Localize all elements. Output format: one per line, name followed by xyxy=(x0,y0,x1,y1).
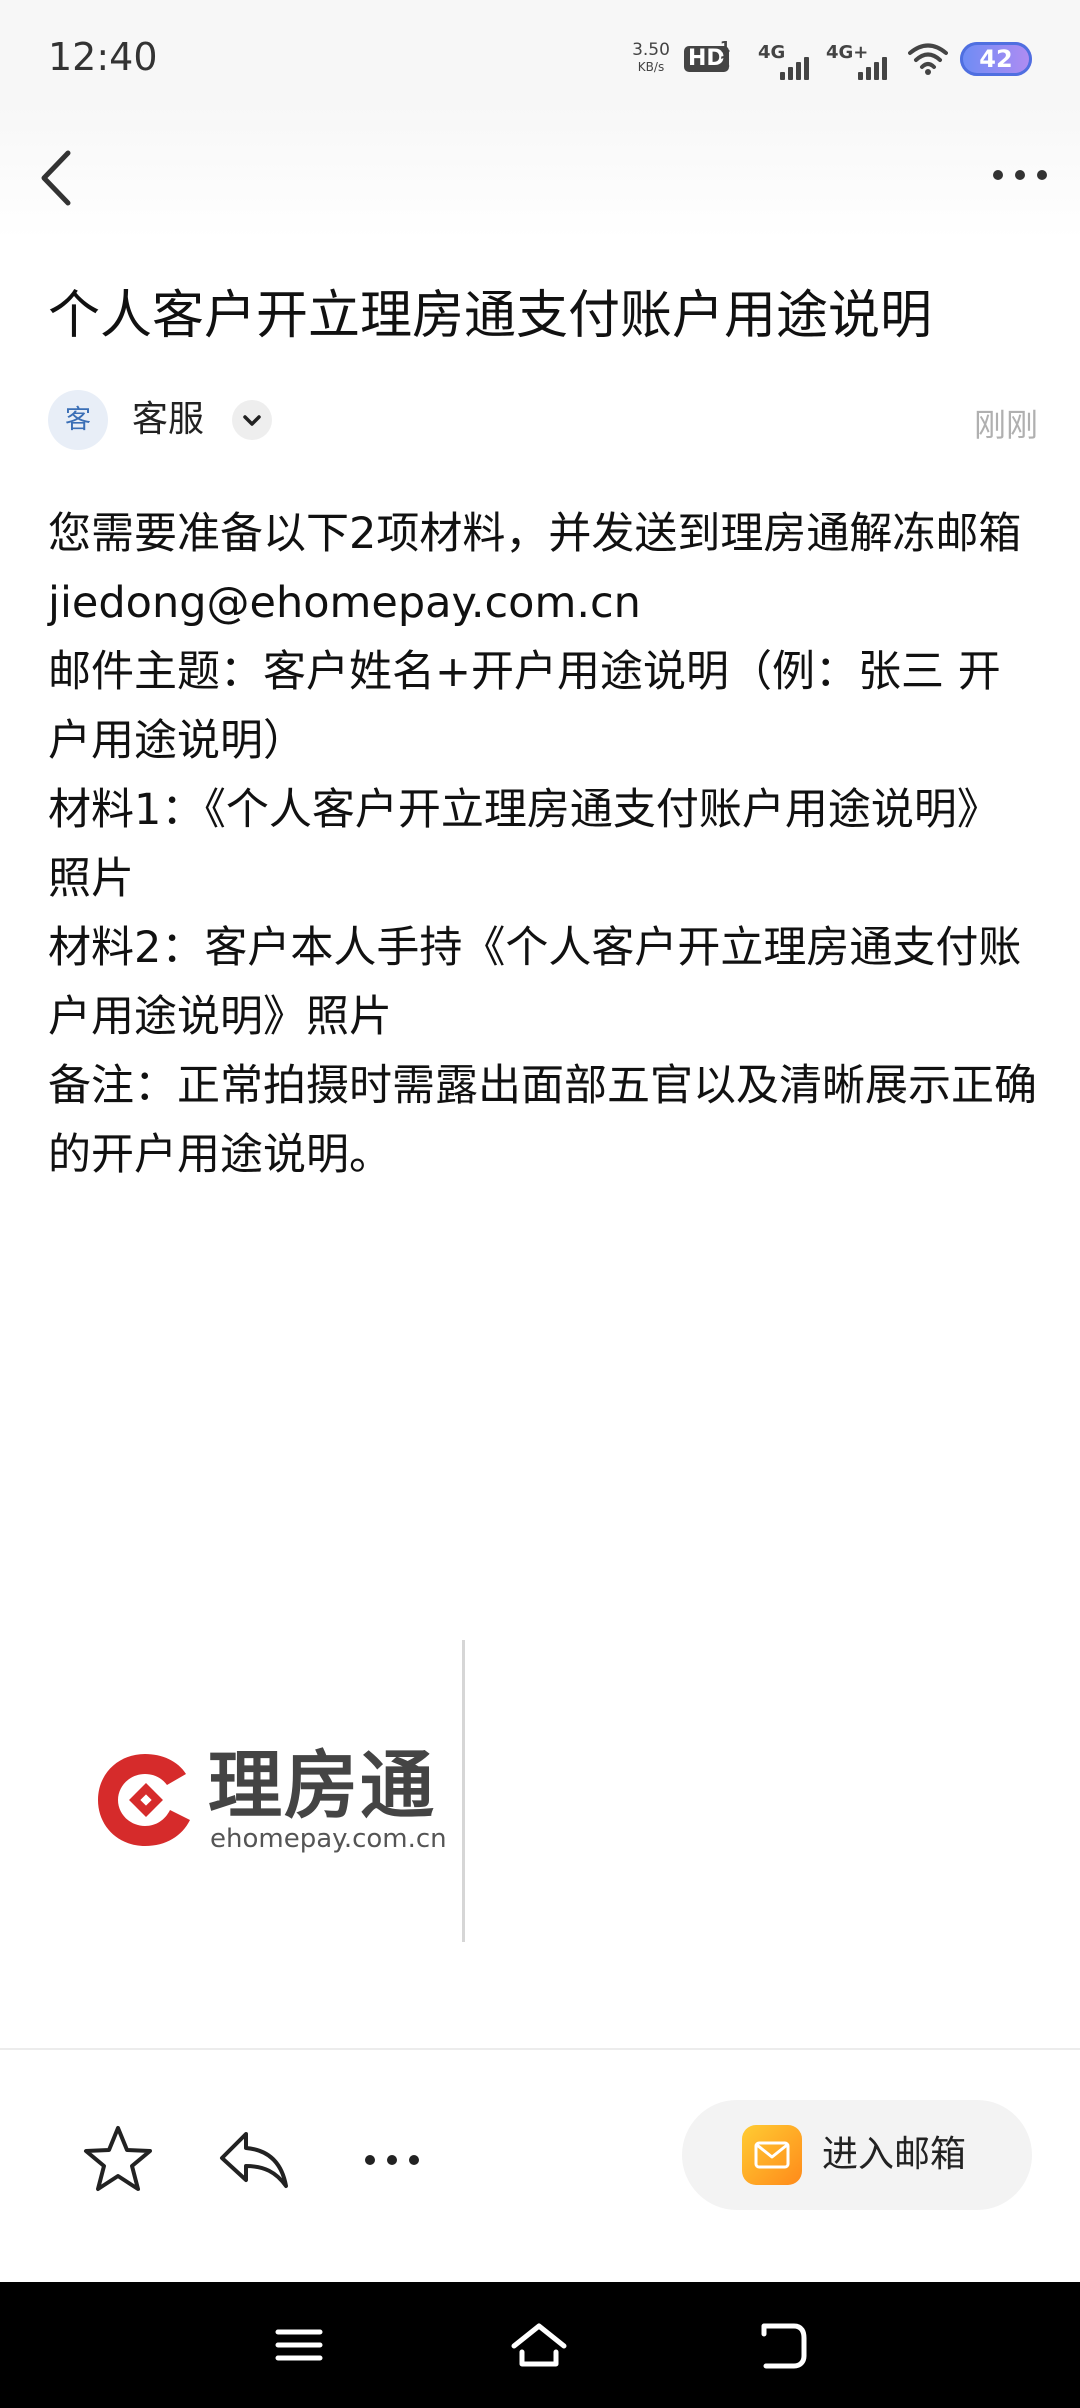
mail-subject: 个人客户开立理房通支付账户用途说明 xyxy=(48,286,933,346)
email-detail-screen: 12:40 3.50 KB/s HD 12 4G 4G+ 42 个人客户开立理房… xyxy=(0,0,1080,2408)
signal-icon xyxy=(780,56,814,80)
logo-mark-icon xyxy=(98,1754,190,1846)
mail-timestamp: 刚刚 xyxy=(973,406,1038,444)
mail-envelope-icon xyxy=(742,2125,802,2185)
body-paragraph: 邮件主题：客户姓名+开户用途说明（例：张三 开户用途说明） xyxy=(48,647,1001,766)
more-horizontal-icon[interactable] xyxy=(352,2120,432,2200)
menu-icon[interactable] xyxy=(266,2312,332,2378)
status-time: 12:40 xyxy=(48,35,158,79)
chevron-left-icon[interactable] xyxy=(30,145,86,211)
back-icon[interactable] xyxy=(748,2312,814,2378)
sender-details-toggle[interactable] xyxy=(232,400,272,440)
nav-bar xyxy=(0,105,1080,240)
signal-icon xyxy=(858,56,892,80)
battery-icon: 42 xyxy=(960,42,1032,76)
hd-sub-label: 12 xyxy=(720,38,731,71)
envelope-shape xyxy=(754,2141,790,2169)
logo-text: 理房通 xyxy=(208,1743,436,1829)
system-nav-bar xyxy=(0,2282,1080,2408)
body-paragraph: 材料2：客户本人手持《个人客户开立理房通支付账户用途说明》照片 xyxy=(48,923,1022,1042)
network-speed-value: 3.50 xyxy=(632,40,670,60)
company-logo: 理房通 ehomepay.com.cn xyxy=(90,1740,450,1860)
logo-domain: ehomepay.com.cn xyxy=(210,1824,447,1854)
reply-icon[interactable] xyxy=(214,2120,294,2200)
more-horizontal-icon[interactable] xyxy=(980,145,1060,205)
sender-name[interactable]: 客服 xyxy=(132,396,204,444)
wifi-icon xyxy=(908,43,948,75)
body-paragraph: 您需要准备以下2项材料，并发送到理房通解冻邮箱jiedong@ehomepay.… xyxy=(48,509,1022,628)
bottom-toolbar: 进入邮箱 xyxy=(0,2048,1080,2282)
open-mailbox-button[interactable]: 进入邮箱 xyxy=(682,2100,1032,2210)
open-mailbox-label: 进入邮箱 xyxy=(822,2134,967,2175)
signature-divider xyxy=(462,1640,465,1942)
status-bar: 12:40 3.50 KB/s HD 12 4G 4G+ 42 xyxy=(0,0,1080,105)
network-speed-unit: KB/s xyxy=(637,60,665,74)
home-icon[interactable] xyxy=(506,2312,572,2378)
body-paragraph: 备注：正常拍摄时需露出面部五官以及清晰展示正确的开户用途说明。 xyxy=(48,1061,1037,1180)
star-icon[interactable] xyxy=(78,2120,158,2200)
avatar[interactable]: 客 xyxy=(48,390,108,450)
mail-body: 您需要准备以下2项材料，并发送到理房通解冻邮箱jiedong@ehomepay.… xyxy=(48,500,1038,1190)
network-speed: 3.50 KB/s xyxy=(630,42,672,76)
status-icons: 3.50 KB/s HD 12 4G 4G+ 42 xyxy=(560,36,1080,82)
body-paragraph: 材料1：《个人客户开立理房通支付账户用途说明》照片 xyxy=(48,785,1000,904)
sender-row: 客 客服 刚刚 xyxy=(48,390,1038,454)
chevron-down-icon xyxy=(243,415,261,426)
